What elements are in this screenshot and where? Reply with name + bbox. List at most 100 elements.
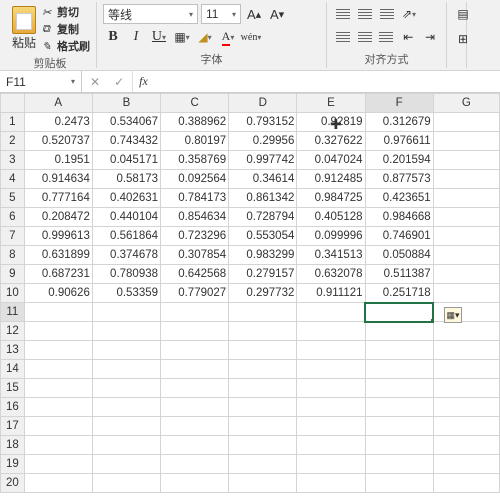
cell-A6[interactable]: 0.208472 [24, 208, 92, 227]
cell-G16[interactable] [433, 398, 499, 417]
cell-D2[interactable]: 0.29956 [229, 132, 297, 151]
cell-D19[interactable] [229, 455, 297, 474]
row-header-14[interactable]: 14 [1, 360, 25, 379]
copy-button[interactable]: ⧉复制 [42, 21, 90, 37]
cell-G3[interactable] [433, 151, 499, 170]
cell-B18[interactable] [92, 436, 160, 455]
align-center-button[interactable] [355, 27, 375, 47]
cell-A7[interactable]: 0.999613 [24, 227, 92, 246]
row-header-6[interactable]: 6 [1, 208, 25, 227]
column-header-C[interactable]: C [161, 94, 229, 113]
cell-G6[interactable] [433, 208, 499, 227]
cell-A9[interactable]: 0.687231 [24, 265, 92, 284]
row-header-4[interactable]: 4 [1, 170, 25, 189]
cell-F5[interactable]: 0.423651 [365, 189, 433, 208]
name-box[interactable]: F11▾ [0, 71, 82, 92]
paste-options-button[interactable]: ▦▾ [444, 307, 462, 323]
row-header-16[interactable]: 16 [1, 398, 25, 417]
cell-B8[interactable]: 0.374678 [92, 246, 160, 265]
decrease-font-button[interactable]: A▾ [267, 4, 287, 24]
cell-E20[interactable] [297, 474, 365, 493]
cell-G8[interactable] [433, 246, 499, 265]
cell-D10[interactable]: 0.297732 [229, 284, 297, 303]
cell-A2[interactable]: 0.520737 [24, 132, 92, 151]
cell-A14[interactable] [24, 360, 92, 379]
cell-D17[interactable] [229, 417, 297, 436]
cell-D16[interactable] [229, 398, 297, 417]
cell-F13[interactable] [365, 341, 433, 360]
cell-C7[interactable]: 0.723296 [161, 227, 229, 246]
align-left-button[interactable] [333, 27, 353, 47]
cell-B17[interactable] [92, 417, 160, 436]
cell-D12[interactable] [229, 322, 297, 341]
cell-A5[interactable]: 0.777164 [24, 189, 92, 208]
cell-F4[interactable]: 0.877573 [365, 170, 433, 189]
bold-button[interactable]: B [103, 27, 123, 47]
cell-C11[interactable] [161, 303, 229, 322]
cell-B12[interactable] [92, 322, 160, 341]
underline-button[interactable]: U▾ [149, 27, 169, 47]
cancel-formula-button[interactable]: ✕ [86, 75, 104, 89]
cell-C5[interactable]: 0.784173 [161, 189, 229, 208]
cell-D1[interactable]: 0.793152 [229, 113, 297, 132]
row-header-5[interactable]: 5 [1, 189, 25, 208]
fill-color-button[interactable]: ◢▾ [195, 27, 215, 47]
font-size-select[interactable]: 11▾ [201, 4, 241, 24]
cell-F9[interactable]: 0.511387 [365, 265, 433, 284]
cell-B20[interactable] [92, 474, 160, 493]
cell-G18[interactable] [433, 436, 499, 455]
column-header-F[interactable]: F [365, 94, 433, 113]
cell-C15[interactable] [161, 379, 229, 398]
cell-D6[interactable]: 0.728794 [229, 208, 297, 227]
row-header-2[interactable]: 2 [1, 132, 25, 151]
cell-E15[interactable] [297, 379, 365, 398]
cell-D18[interactable] [229, 436, 297, 455]
cell-B6[interactable]: 0.440104 [92, 208, 160, 227]
cell-B4[interactable]: 0.58173 [92, 170, 160, 189]
cell-F7[interactable]: 0.746901 [365, 227, 433, 246]
indent-right-button[interactable]: ⇥ [420, 27, 440, 47]
select-all-corner[interactable] [1, 94, 25, 113]
cell-B16[interactable] [92, 398, 160, 417]
cell-B7[interactable]: 0.561864 [92, 227, 160, 246]
cell-G1[interactable] [433, 113, 499, 132]
cell-C13[interactable] [161, 341, 229, 360]
cell-A11[interactable] [24, 303, 92, 322]
row-header-9[interactable]: 9 [1, 265, 25, 284]
cell-E1[interactable]: 0.92819 [297, 113, 365, 132]
cell-B15[interactable] [92, 379, 160, 398]
cell-F12[interactable] [365, 322, 433, 341]
cell-E18[interactable] [297, 436, 365, 455]
fx-label[interactable]: fx [133, 71, 154, 92]
cell-A15[interactable] [24, 379, 92, 398]
cell-C12[interactable] [161, 322, 229, 341]
cell-G5[interactable] [433, 189, 499, 208]
format-painter-button[interactable]: ✎格式刷 [42, 38, 90, 54]
row-header-19[interactable]: 19 [1, 455, 25, 474]
cell-C10[interactable]: 0.779027 [161, 284, 229, 303]
cell-C3[interactable]: 0.358769 [161, 151, 229, 170]
font-name-select[interactable]: 等线▾ [103, 4, 198, 24]
cell-G7[interactable] [433, 227, 499, 246]
cell-A3[interactable]: 0.1951 [24, 151, 92, 170]
cell-B9[interactable]: 0.780938 [92, 265, 160, 284]
formula-bar[interactable] [154, 71, 500, 92]
indent-left-button[interactable]: ⇤ [398, 27, 418, 47]
cell-F8[interactable]: 0.050884 [365, 246, 433, 265]
cell-B5[interactable]: 0.402631 [92, 189, 160, 208]
enter-formula-button[interactable]: ✓ [110, 75, 128, 89]
spreadsheet-grid[interactable]: ABCDEFG10.24730.5340670.3889620.7931520.… [0, 93, 500, 493]
cell-B10[interactable]: 0.53359 [92, 284, 160, 303]
row-header-8[interactable]: 8 [1, 246, 25, 265]
cell-B3[interactable]: 0.045171 [92, 151, 160, 170]
cell-D13[interactable] [229, 341, 297, 360]
row-header-20[interactable]: 20 [1, 474, 25, 493]
cell-C19[interactable] [161, 455, 229, 474]
cell-F11[interactable] [365, 303, 433, 322]
cell-B11[interactable] [92, 303, 160, 322]
border-button[interactable]: ▦▾ [172, 27, 192, 47]
cell-A1[interactable]: 0.2473 [24, 113, 92, 132]
cell-F19[interactable] [365, 455, 433, 474]
align-bottom-button[interactable] [377, 4, 397, 24]
cell-A4[interactable]: 0.914634 [24, 170, 92, 189]
